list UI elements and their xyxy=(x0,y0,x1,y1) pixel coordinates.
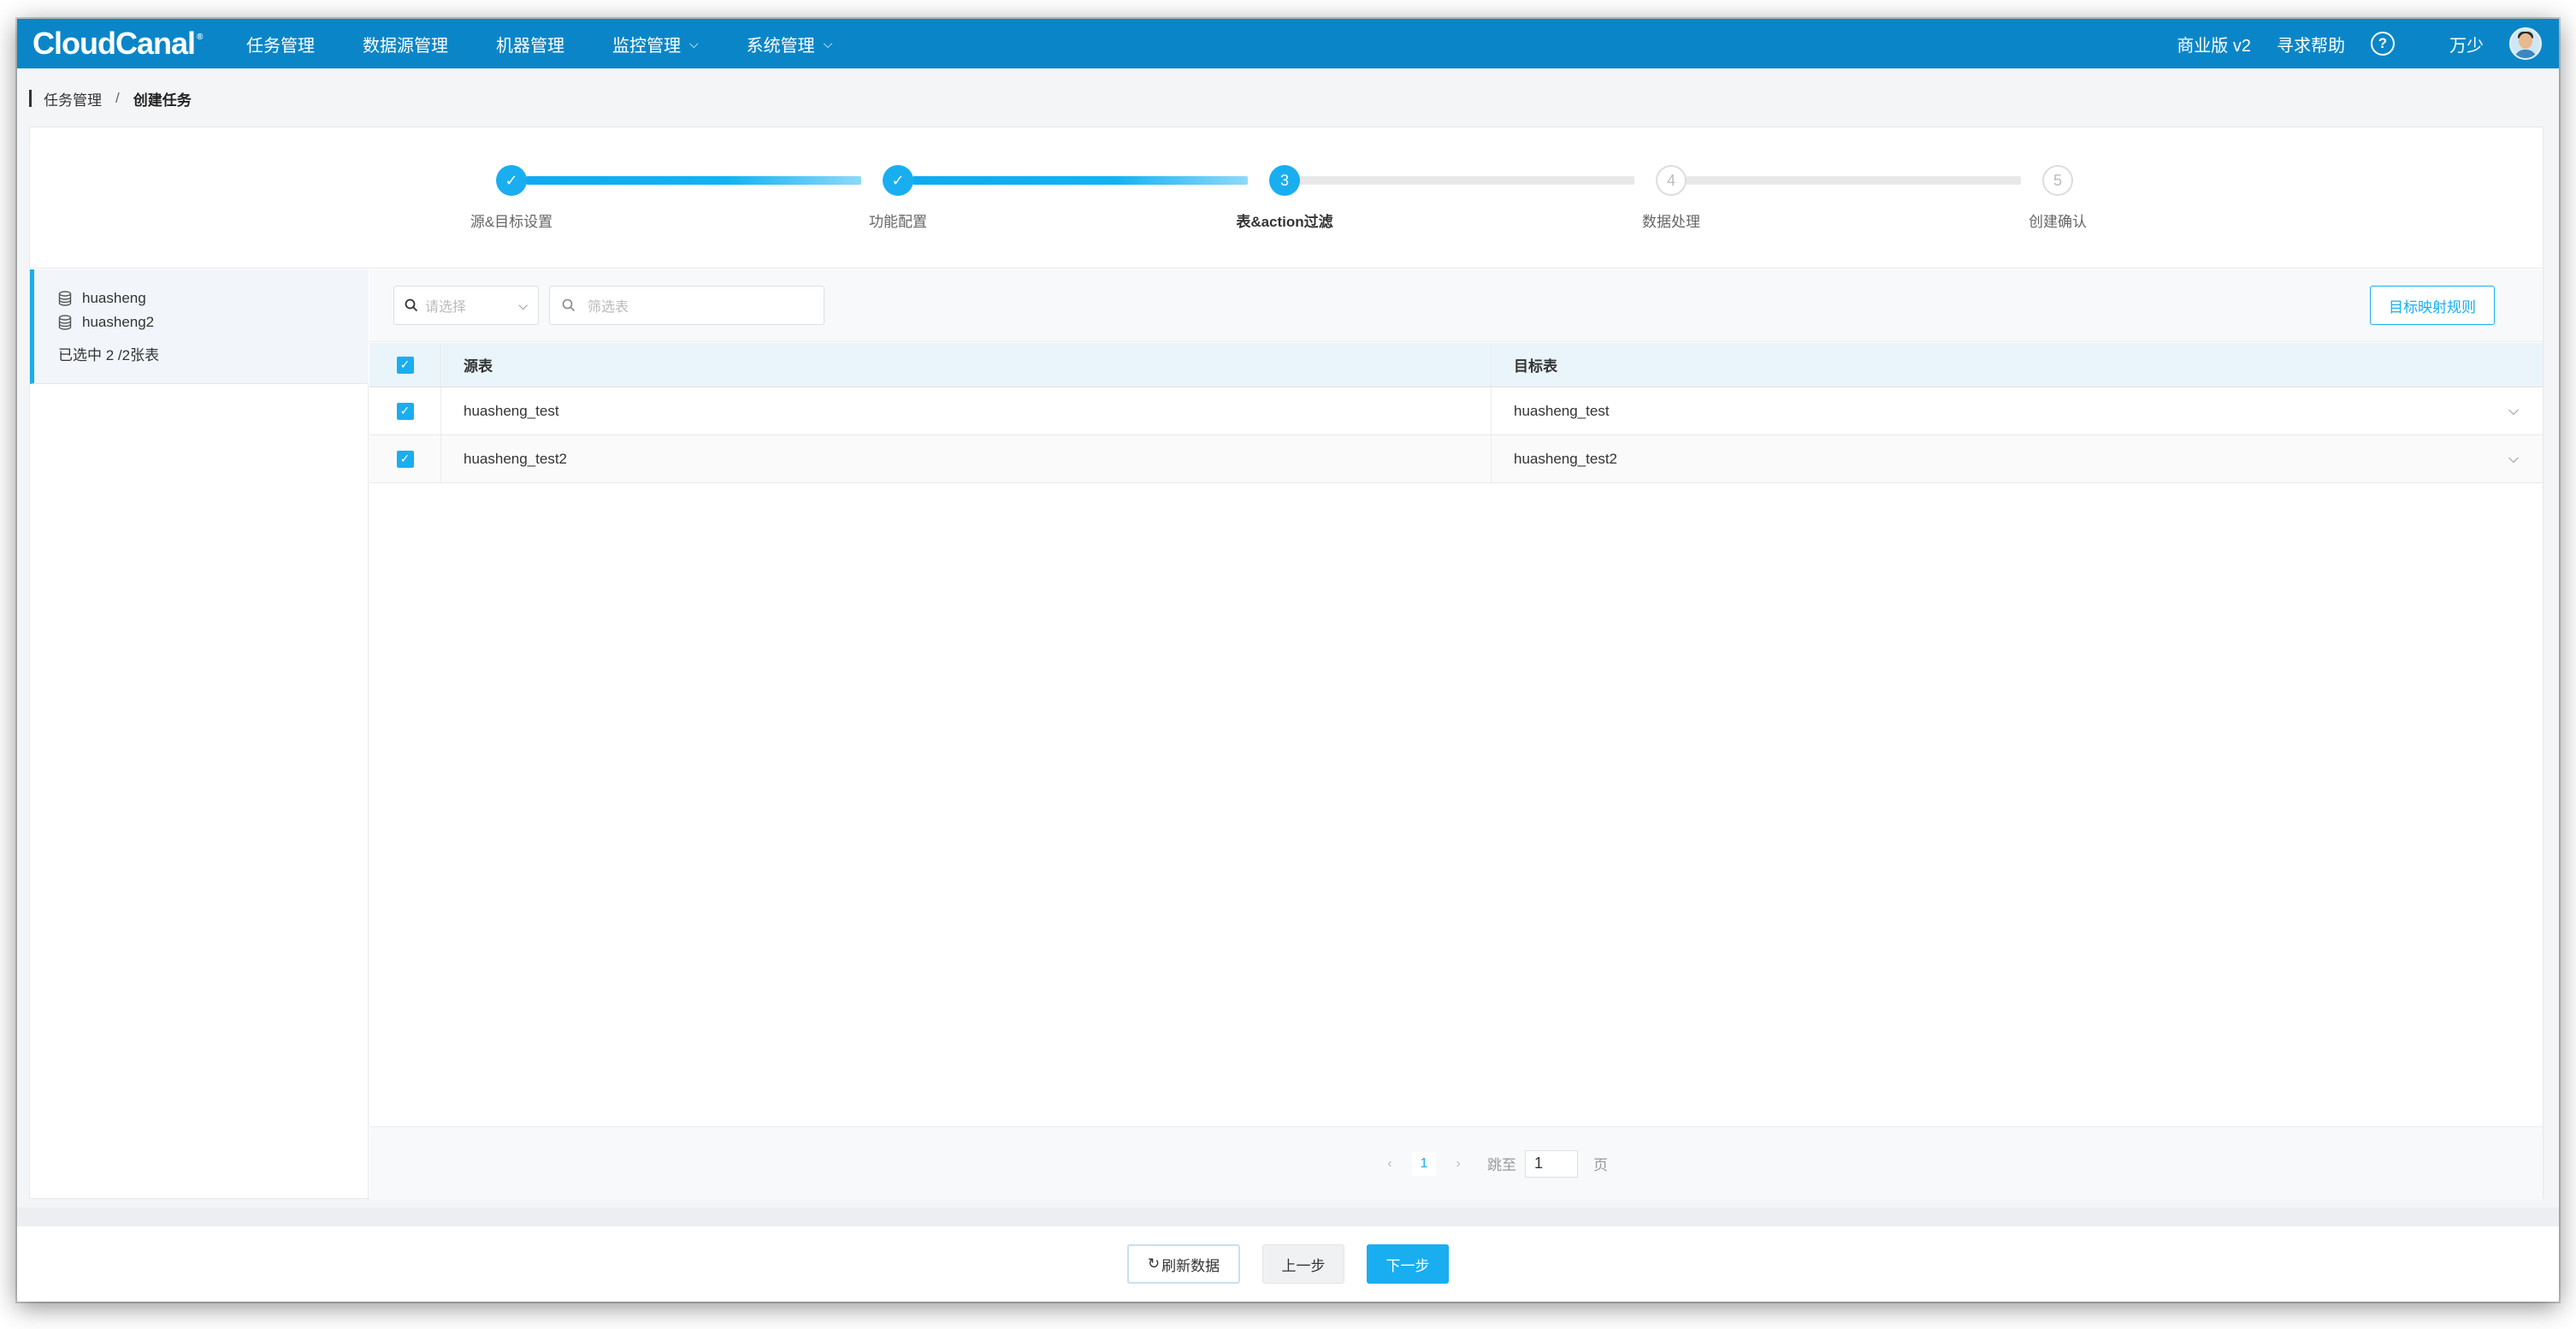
database-panel: huasheng huasheng2 已选中 2 /2张表 xyxy=(30,269,369,1200)
step-1-label: 源&目标设置 xyxy=(470,214,553,230)
step-3-label: 表&action过滤 xyxy=(1236,214,1333,230)
row-check-cell: ✓ xyxy=(369,435,441,482)
logo[interactable]: CloudCanal ® xyxy=(32,26,221,62)
source-table-name: huasheng_test xyxy=(441,387,1492,434)
database-item[interactable]: huasheng2 xyxy=(58,314,154,331)
breadcrumb-parent[interactable]: 任务管理 xyxy=(44,88,102,109)
nav-item-tasks[interactable]: 任务管理 xyxy=(246,32,315,56)
target-mapping-rule-button[interactable]: 目标映射规则 xyxy=(2370,286,2495,325)
table-row: ✓ huasheng_test2 huasheng_test2 ⌵ xyxy=(369,435,2543,483)
chevron-down-icon: ⌵ xyxy=(823,36,833,50)
chevron-down-icon: ⌵ xyxy=(518,298,528,312)
target-table-name: huasheng_test2 xyxy=(1514,450,1617,467)
page-number[interactable]: 1 xyxy=(1412,1151,1436,1176)
nav-item-label: 监控管理 xyxy=(612,36,681,56)
help-link[interactable]: 寻求帮助 xyxy=(2277,32,2345,56)
logo-text: CloudCanal xyxy=(32,26,196,61)
table-filter-input[interactable]: 筛选表 xyxy=(549,286,824,325)
step-5-label: 创建确认 xyxy=(2029,214,2087,230)
select-all-checkbox[interactable]: ✓ xyxy=(396,356,414,374)
chevron-left-icon[interactable]: ‹ xyxy=(1378,1152,1402,1176)
jump-label: 跳至 xyxy=(1487,1157,1516,1173)
nav-item-label: 机器管理 xyxy=(496,36,564,56)
logo-mark: ® xyxy=(197,32,203,42)
database-item[interactable]: huasheng xyxy=(58,290,146,307)
schema-select[interactable]: 请选择 ⌵ xyxy=(393,286,539,325)
breadcrumb-current: 创建任务 xyxy=(133,92,192,109)
jump-page-input[interactable]: 1 xyxy=(1525,1149,1578,1178)
search-icon xyxy=(405,298,418,312)
step-2-check-icon: ✓ xyxy=(883,165,913,196)
step-1-check-icon: ✓ xyxy=(496,165,527,196)
source-table-name: huasheng_test2 xyxy=(441,435,1492,482)
divider xyxy=(17,1208,2559,1226)
table-mapping-grid: ✓ 源表 目标表 ✓ huasheng_test huasheng_test ⌵ xyxy=(369,343,2543,483)
main-nav: 任务管理 数据源管理 机器管理 监控管理 ⌵ 系统管理 ⌵ xyxy=(246,19,880,68)
chevron-down-icon: ⌵ xyxy=(689,36,699,50)
select-placeholder: 请选择 xyxy=(425,300,467,315)
chevron-right-icon[interactable]: › xyxy=(1446,1152,1470,1176)
step-2-label: 功能配置 xyxy=(869,214,927,230)
row-check-cell: ✓ xyxy=(369,387,441,434)
step-connector-3 xyxy=(1299,176,1634,185)
header-check-cell: ✓ xyxy=(369,343,441,387)
refresh-label: 刷新数据 xyxy=(1161,1257,1220,1274)
selection-summary: 已选中 2 /2张表 xyxy=(58,347,160,363)
question-icon[interactable]: ? xyxy=(2371,32,2395,56)
username[interactable]: 万少 xyxy=(2449,32,2484,56)
refresh-data-button[interactable]: ↻ 刷新数据 xyxy=(1127,1244,1240,1284)
row-checkbox[interactable]: ✓ xyxy=(396,402,414,420)
source-column-header: 源表 xyxy=(441,343,1492,387)
step-5-indicator: 5 xyxy=(2042,165,2073,196)
nav-item-system[interactable]: 系统管理 ⌵ xyxy=(747,32,833,56)
breadcrumb: 任务管理 / 创建任务 xyxy=(29,88,192,109)
database-icon xyxy=(58,291,72,306)
chevron-down-icon[interactable]: ⌵ xyxy=(2508,452,2519,467)
nav-right: 商业版 v2 寻求帮助 ? 万少 xyxy=(2177,19,2559,68)
table-toolbar: 请选择 ⌵ 筛选表 目标映射规则 xyxy=(369,269,2543,342)
nav-item-monitoring[interactable]: 监控管理 ⌵ xyxy=(612,32,699,56)
database-name: huasheng2 xyxy=(82,314,155,330)
target-table-select[interactable]: huasheng_test2 ⌵ xyxy=(1492,435,2543,482)
step-connector-2 xyxy=(913,176,1248,185)
next-step-button[interactable]: 下一步 xyxy=(1367,1244,1449,1284)
step-4-indicator: 4 xyxy=(1656,165,1687,196)
database-group[interactable]: huasheng huasheng2 已选中 2 /2张表 xyxy=(30,269,369,384)
nav-item-machines[interactable]: 机器管理 xyxy=(496,32,564,56)
step-4-label: 数据处理 xyxy=(1642,214,1700,230)
avatar[interactable] xyxy=(2509,27,2542,60)
filter-placeholder: 筛选表 xyxy=(588,300,629,315)
step-connector-4 xyxy=(1686,176,2021,185)
action-bar: ↻ 刷新数据 上一步 下一步 xyxy=(17,1226,2559,1302)
previous-step-button[interactable]: 上一步 xyxy=(1262,1244,1344,1284)
table-header-row: ✓ 源表 目标表 xyxy=(369,343,2543,387)
edition-label[interactable]: 商业版 v2 xyxy=(2177,32,2251,56)
table-row: ✓ huasheng_test huasheng_test ⌵ xyxy=(369,387,2543,435)
refresh-icon: ↻ xyxy=(1147,1255,1161,1272)
top-navbar: CloudCanal ® 任务管理 数据源管理 机器管理 监控管理 ⌵ 系统管理 … xyxy=(17,19,2559,68)
row-checkbox[interactable]: ✓ xyxy=(396,450,414,468)
target-table-select[interactable]: huasheng_test ⌵ xyxy=(1492,387,2543,434)
database-name: huasheng xyxy=(82,290,146,306)
stepper: ✓ ✓ 3 4 5 源&目标设置 功能配置 表&action过滤 数据处理 创建… xyxy=(30,127,2543,269)
table-panel: 请选择 ⌵ 筛选表 目标映射规则 ✓ 源表 目标表 ✓ huasheng_tes… xyxy=(369,269,2543,1200)
app-window: CloudCanal ® 任务管理 数据源管理 机器管理 监控管理 ⌵ 系统管理 … xyxy=(17,19,2559,1302)
target-table-name: huasheng_test xyxy=(1514,402,1610,419)
nav-item-datasources[interactable]: 数据源管理 xyxy=(363,32,448,56)
breadcrumb-separator: / xyxy=(115,90,120,106)
page-suffix: 页 xyxy=(1593,1157,1608,1173)
chevron-down-icon[interactable]: ⌵ xyxy=(2508,404,2519,419)
search-icon xyxy=(562,298,576,312)
task-create-card: ✓ ✓ 3 4 5 源&目标设置 功能配置 表&action过滤 数据处理 创建… xyxy=(29,127,2544,1200)
breadcrumb-bar xyxy=(29,90,32,107)
pagination-bar: ‹ 1 › 跳至 1 页 xyxy=(369,1126,2543,1200)
nav-item-label: 任务管理 xyxy=(246,36,315,56)
nav-item-label: 数据源管理 xyxy=(363,36,448,56)
step-connector-1 xyxy=(526,176,861,185)
target-column-header: 目标表 xyxy=(1514,358,1557,375)
pagination: ‹ 1 › 跳至 1 页 xyxy=(1373,1149,1608,1178)
nav-item-label: 系统管理 xyxy=(746,36,815,56)
database-icon xyxy=(58,315,72,330)
step-3-indicator: 3 xyxy=(1269,165,1300,196)
